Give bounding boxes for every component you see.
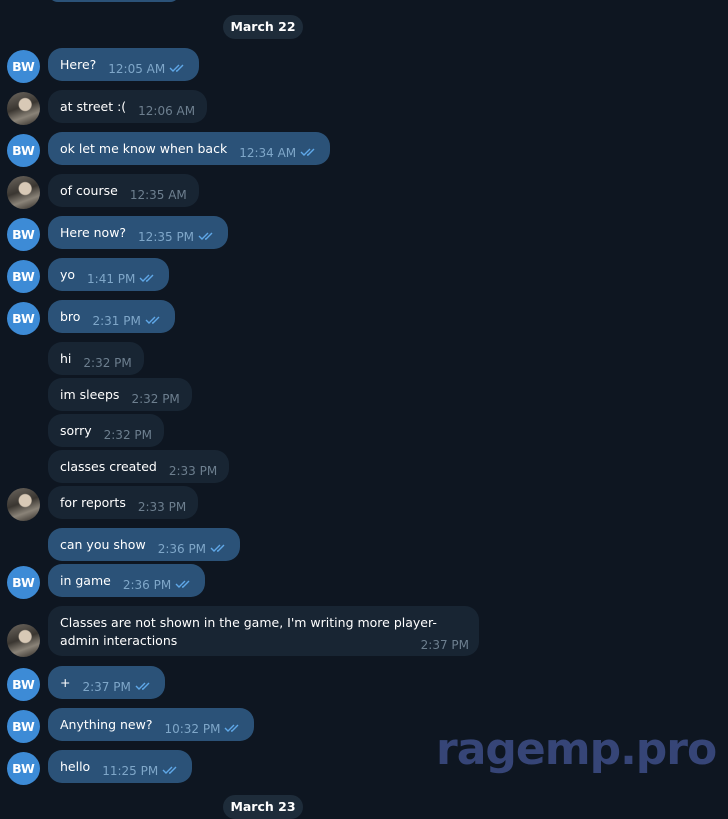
double-check-icon <box>162 766 177 774</box>
avatar[interactable]: BW <box>7 50 40 83</box>
double-check-icon <box>139 274 154 282</box>
avatar[interactable]: BW <box>7 566 40 599</box>
message-bubble[interactable]: yo 1:41 PM <box>48 258 170 291</box>
message-time: 2:36 PM <box>122 577 172 592</box>
message-time: 12:35 AM <box>129 187 187 202</box>
message-text: Anything new? <box>60 717 153 732</box>
avatar[interactable]: BW <box>7 752 40 785</box>
message-text: Classes are not shown in the game, I'm w… <box>60 615 437 648</box>
message-time: 12:35 PM <box>138 229 195 244</box>
message-time: 2:37 PM <box>420 638 469 652</box>
message-time: 2:32 PM <box>131 391 180 406</box>
message-time: 10:32 PM <box>164 721 221 736</box>
message-bubble[interactable]: bro 2:31 PM <box>48 300 175 333</box>
double-check-icon <box>224 724 239 732</box>
message-text: for reports <box>60 495 126 510</box>
message-time: 2:32 PM <box>83 355 132 370</box>
message-text: + <box>60 675 71 690</box>
message-text: classes created <box>60 459 157 474</box>
message-text: at street :( <box>60 99 127 114</box>
avatar[interactable]: BW <box>7 134 40 167</box>
message-bubble[interactable]: in game 2:36 PM <box>48 564 206 597</box>
chat-history[interactable]: March 22 BW Here? 12:05 AM at street :( … <box>0 0 728 819</box>
message-text: hello <box>60 759 91 774</box>
message-bubble[interactable]: Here now? 12:35 PM <box>48 216 229 249</box>
watermark-logo: ragemp.pro <box>436 724 717 775</box>
message-time: 2:37 PM <box>82 679 131 694</box>
previous-message-bubble[interactable] <box>48 0 180 2</box>
double-check-icon <box>135 682 150 690</box>
double-check-icon <box>300 148 315 156</box>
message-bubble[interactable]: can you show 2:36 PM <box>48 528 241 561</box>
message-time: 2:32 PM <box>103 427 152 442</box>
message-time: 1:41 PM <box>87 271 136 286</box>
message-text: ok let me know when back <box>60 141 228 156</box>
message-bubble[interactable]: classes created 2:33 PM <box>48 450 230 483</box>
message-text: Here now? <box>60 225 127 240</box>
message-text: sorry <box>60 423 92 438</box>
message-text: bro <box>60 309 81 324</box>
message-bubble[interactable]: Anything new? 10:32 PM <box>48 708 255 741</box>
message-text: im sleeps <box>60 387 120 402</box>
message-bubble[interactable]: hi 2:32 PM <box>48 342 144 375</box>
message-text: hi <box>60 351 72 366</box>
message-bubble[interactable]: im sleeps 2:32 PM <box>48 378 192 411</box>
double-check-icon <box>198 232 213 240</box>
double-check-icon <box>210 544 225 552</box>
message-time: 2:33 PM <box>137 499 187 514</box>
message-bubble[interactable]: ok let me know when back 12:34 AM <box>48 132 331 165</box>
message-bubble[interactable]: for reports 2:33 PM <box>48 486 199 519</box>
double-check-icon <box>169 64 184 72</box>
message-text: yo <box>60 267 76 282</box>
avatar[interactable] <box>7 176 40 209</box>
message-text: of course <box>60 183 118 198</box>
avatar[interactable]: BW <box>7 218 40 251</box>
date-separator: March 23 <box>223 795 303 819</box>
message-bubble[interactable]: at street :( 12:06 AM <box>48 90 208 123</box>
avatar[interactable]: BW <box>7 260 40 293</box>
avatar[interactable] <box>7 488 40 521</box>
double-check-icon <box>175 580 190 588</box>
double-check-icon <box>145 316 160 324</box>
avatar[interactable]: BW <box>7 710 40 743</box>
message-time: 11:25 PM <box>102 763 159 778</box>
message-text: in game <box>60 573 111 588</box>
message-time: 2:31 PM <box>92 313 141 328</box>
avatar[interactable] <box>7 92 40 125</box>
avatar[interactable] <box>7 624 40 657</box>
message-time: 12:06 AM <box>138 103 196 118</box>
date-separator: March 22 <box>223 15 303 39</box>
message-time: 12:34 AM <box>239 145 297 160</box>
message-text: can you show <box>60 537 146 552</box>
message-bubble[interactable]: + 2:37 PM <box>48 666 165 699</box>
message-text: Here? <box>60 57 97 72</box>
message-bubble[interactable]: hello 11:25 PM <box>48 750 193 783</box>
avatar[interactable]: BW <box>7 302 40 335</box>
message-time: 2:33 PM <box>168 463 218 478</box>
message-bubble[interactable]: Here? 12:05 AM <box>48 48 200 81</box>
message-bubble[interactable]: of course 12:35 AM <box>48 174 199 207</box>
message-time: 12:05 AM <box>108 61 166 76</box>
message-bubble[interactable]: Classes are not shown in the game, I'm w… <box>48 606 479 656</box>
message-time: 2:36 PM <box>157 541 207 556</box>
message-bubble[interactable]: sorry 2:32 PM <box>48 414 164 447</box>
avatar[interactable]: BW <box>7 668 40 701</box>
